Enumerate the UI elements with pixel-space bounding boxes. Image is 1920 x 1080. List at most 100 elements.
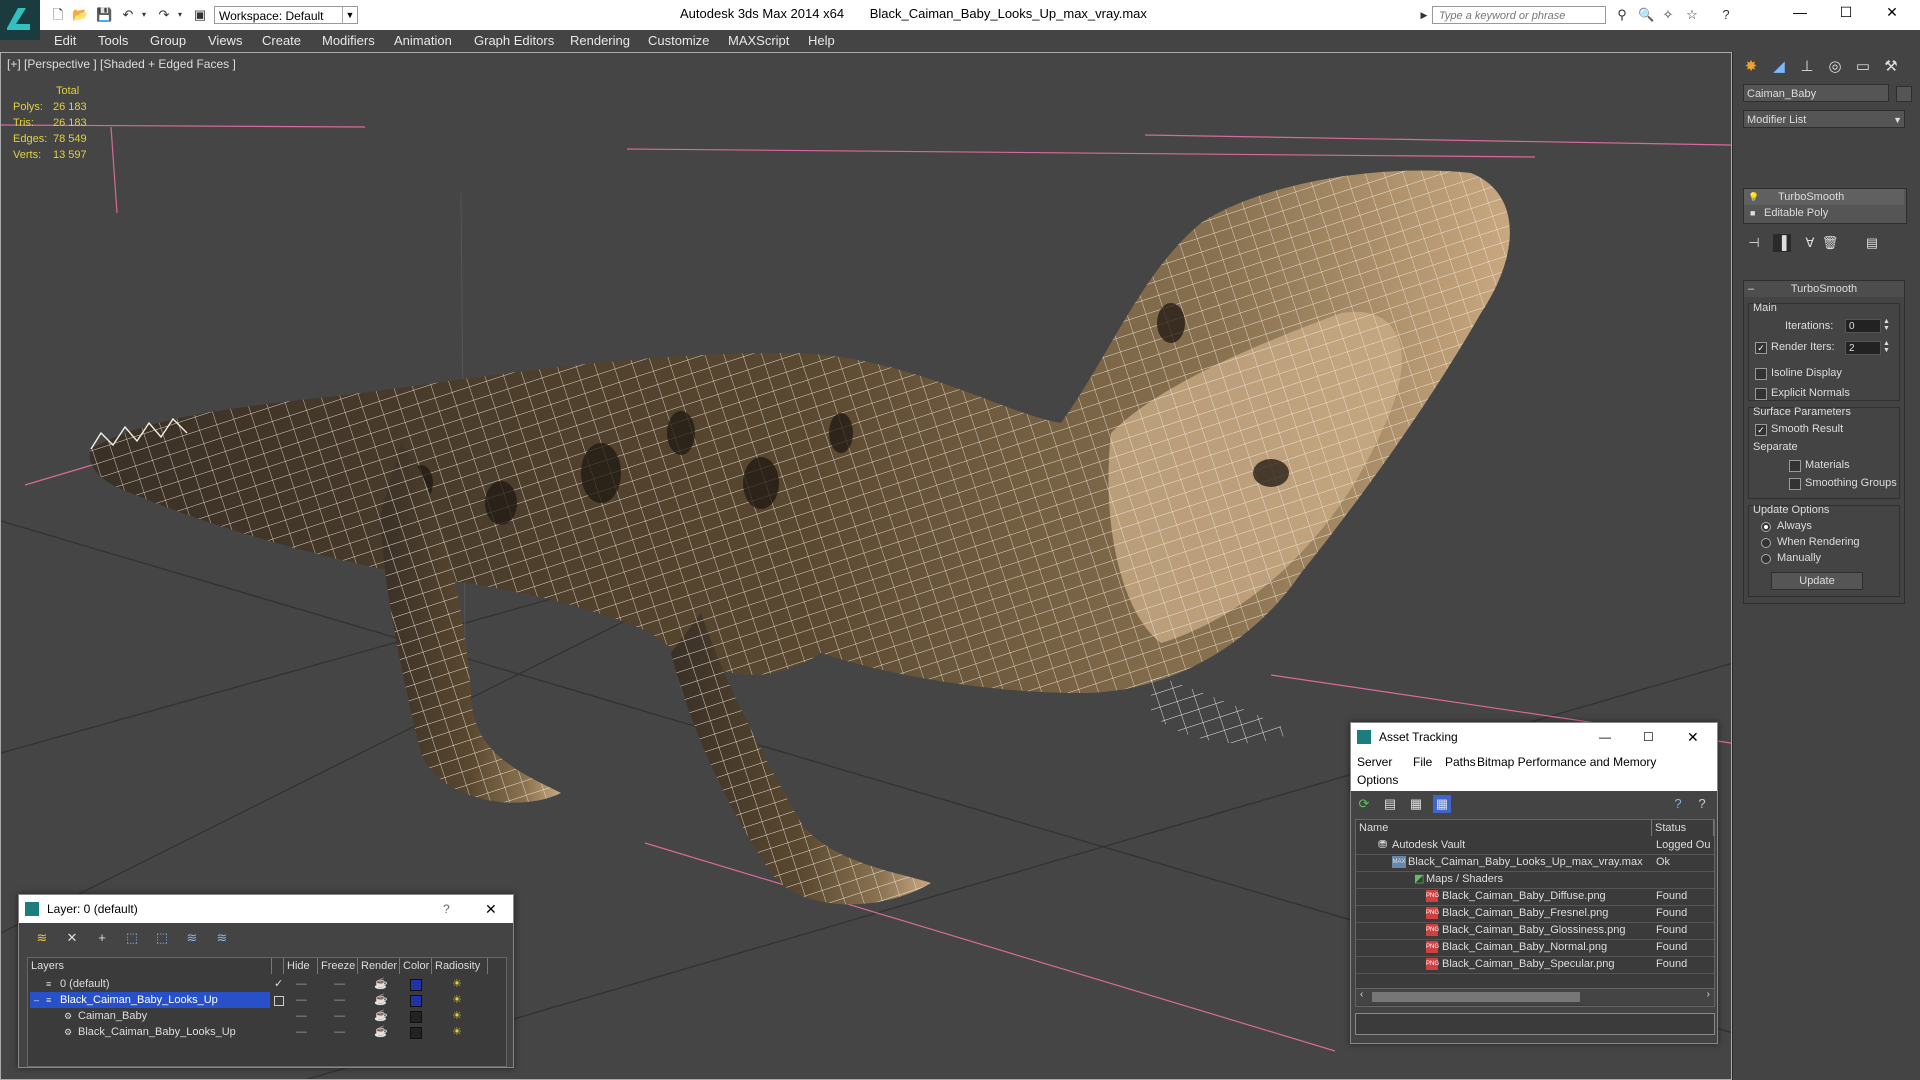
asset-window-titlebar[interactable]: Asset Tracking — ☐ ✕ <box>1351 723 1717 751</box>
asset-menu-server[interactable]: Server <box>1357 755 1392 769</box>
asset-row[interactable]: PNG Black_Caiman_Baby_Diffuse.png Found <box>1356 888 1714 906</box>
layer-object-row[interactable]: ⚙ Caiman_Baby — — ☕ ☀ <box>28 1008 506 1024</box>
stack-item-turbosmooth[interactable]: 💡 TurboSmooth <box>1744 189 1904 205</box>
table-view-icon[interactable]: ▦ <box>1433 795 1451 813</box>
redo-icon[interactable]: ↷ <box>156 7 172 23</box>
render-teapot-icon[interactable]: ☕ <box>374 1024 388 1040</box>
create-tab-icon[interactable]: ✸ <box>1739 56 1763 78</box>
menu-edit[interactable]: Edit <box>54 33 76 48</box>
render-iters-checkbox[interactable]: ✓ <box>1755 342 1767 354</box>
info-center-arrow-icon[interactable]: ▶ <box>1416 7 1432 23</box>
asset-menu-file[interactable]: File <box>1413 755 1432 769</box>
asset-row[interactable]: ⛃ Autodesk Vault Logged Ou <box>1356 837 1714 855</box>
display-tab-icon[interactable]: ▭ <box>1851 56 1875 78</box>
binoculars-icon[interactable]: ⚲ <box>1614 7 1630 23</box>
viewport-label[interactable]: [+] [Perspective ] [Shaded + Edged Faces… <box>7 57 236 71</box>
layers-column-header[interactable]: Layers <box>28 958 272 974</box>
motion-tab-icon[interactable]: ◎ <box>1823 56 1847 78</box>
workspace-dropdown[interactable]: Workspace: Default ▼ <box>214 6 358 24</box>
minimize-button[interactable]: — <box>1780 4 1820 24</box>
radiosity-icon[interactable]: ☀ <box>452 976 462 992</box>
freeze-toggle[interactable]: — <box>334 1024 345 1040</box>
favorites-star-icon[interactable]: ☆ <box>1684 7 1700 23</box>
smoothing-groups-checkbox[interactable] <box>1789 478 1801 490</box>
layer-window-titlebar[interactable]: Layer: 0 (default) ? ✕ <box>19 895 513 923</box>
stack-item-editable-poly[interactable]: ■ Editable Poly <box>1744 205 1904 221</box>
pin-stack-icon[interactable]: ⊣ <box>1745 234 1763 252</box>
layer-color-swatch[interactable] <box>410 995 422 1007</box>
color-column-header[interactable]: Color <box>400 958 432 974</box>
highlight-layer-icon[interactable]: ⬚ <box>153 929 171 947</box>
status-column-header[interactable]: Status <box>1652 820 1714 836</box>
app-logo-icon[interactable] <box>0 0 40 40</box>
minimize-button[interactable]: — <box>1599 723 1611 751</box>
scrollbar-thumb[interactable] <box>1372 992 1580 1002</box>
menu-help[interactable]: Help <box>808 33 835 48</box>
menu-views[interactable]: Views <box>208 33 242 48</box>
asset-row[interactable]: ◩ Maps / Shaders <box>1356 871 1714 889</box>
radiosity-column-header[interactable]: Radiosity <box>432 958 488 974</box>
scroll-left-icon[interactable]: ‹ <box>1360 989 1363 1000</box>
open-file-icon[interactable]: 📂 <box>72 7 88 23</box>
render-teapot-icon[interactable]: ☕ <box>374 976 388 992</box>
hide-toggle[interactable]: — <box>296 1008 307 1024</box>
create-layer-icon[interactable]: ≋ <box>33 929 51 947</box>
explicit-normals-checkbox[interactable] <box>1755 388 1767 400</box>
asset-menu-paths[interactable]: Paths <box>1445 755 1476 769</box>
layer-object-row[interactable]: ⚙ Black_Caiman_Baby_Looks_Up — — ☕ ☀ <box>28 1024 506 1040</box>
new-file-icon[interactable]: 🗋 <box>50 7 66 23</box>
layer-row[interactable]: ≡ 0 (default) ✓ — — ☕ ☀ <box>28 976 506 992</box>
asset-row[interactable]: MAX Black_Caiman_Baby_Looks_Up_max_vray.… <box>1356 854 1714 872</box>
freeze-all-layers-icon[interactable]: ≋ <box>213 929 231 947</box>
scroll-right-icon[interactable]: › <box>1707 989 1710 1000</box>
undo-dropdown-icon[interactable]: ▾ <box>136 7 152 23</box>
help-icon[interactable]: ? <box>443 895 450 923</box>
thumbnail-view-icon[interactable]: ▦ <box>1407 795 1425 813</box>
maximize-button[interactable]: ☐ <box>1826 4 1866 24</box>
update-button[interactable]: Update <box>1771 572 1863 590</box>
isoline-display-checkbox[interactable] <box>1755 368 1767 380</box>
menu-customize[interactable]: Customize <box>648 33 709 48</box>
menu-rendering[interactable]: Rendering <box>570 33 630 48</box>
list-view-icon[interactable]: ▤ <box>1381 795 1399 813</box>
asset-row[interactable]: PNG Black_Caiman_Baby_Normal.png Found <box>1356 939 1714 957</box>
spinner-arrows-icon[interactable]: ▲ ▼ <box>1883 318 1890 332</box>
radiosity-icon[interactable]: ☀ <box>452 1024 462 1040</box>
always-radio[interactable] <box>1761 522 1771 532</box>
menu-create[interactable]: Create <box>262 33 301 48</box>
hide-column-header[interactable]: Hide <box>284 958 318 974</box>
asset-menu-options[interactable]: Options <box>1357 773 1398 787</box>
menu-group[interactable]: Group <box>150 33 186 48</box>
maximize-button[interactable]: ☐ <box>1643 723 1654 751</box>
render-iters-spinner[interactable]: 2 <box>1845 341 1881 355</box>
layer-color-swatch[interactable] <box>410 979 422 991</box>
radiosity-icon[interactable]: ☀ <box>452 992 462 1008</box>
expand-icon[interactable]: ■ <box>1750 205 1755 221</box>
menu-animation[interactable]: Animation <box>394 33 452 48</box>
hierarchy-tab-icon[interactable]: ⊥ <box>1795 56 1819 78</box>
asset-row[interactable]: PNG Black_Caiman_Baby_Glossiness.png Fou… <box>1356 922 1714 940</box>
render-column-header[interactable]: Render <box>358 958 400 974</box>
current-layer-check-icon[interactable]: ✓ <box>274 976 283 992</box>
hide-toggle[interactable]: — <box>296 1024 307 1040</box>
collapse-icon[interactable]: – <box>34 992 39 1008</box>
rollout-title[interactable]: – TurboSmooth <box>1744 281 1904 297</box>
when-rendering-radio[interactable] <box>1761 538 1771 548</box>
hide-all-layers-icon[interactable]: ≋ <box>183 929 201 947</box>
menu-tools[interactable]: Tools <box>98 33 128 48</box>
object-color-swatch[interactable] <box>1896 86 1912 102</box>
close-button[interactable]: ✕ <box>1687 723 1699 751</box>
help-icon[interactable]: ? <box>1718 7 1734 23</box>
modify-tab-icon[interactable]: ◢ <box>1767 56 1791 78</box>
radiosity-icon[interactable]: ☀ <box>452 1008 462 1024</box>
freeze-toggle[interactable]: — <box>334 992 345 1008</box>
render-teapot-icon[interactable]: ☕ <box>374 1008 388 1024</box>
select-objects-icon[interactable]: ⬚ <box>123 929 141 947</box>
freeze-toggle[interactable]: — <box>334 1008 345 1024</box>
asset-row[interactable]: PNG Black_Caiman_Baby_Specular.png Found <box>1356 956 1714 974</box>
close-icon[interactable]: ✕ <box>485 895 497 923</box>
vault-help-icon[interactable]: ? <box>1669 795 1687 813</box>
smooth-result-checkbox[interactable]: ✓ <box>1755 424 1767 436</box>
refresh-icon[interactable]: ⟳ <box>1355 795 1373 813</box>
current-layer-column-header[interactable] <box>272 958 284 974</box>
